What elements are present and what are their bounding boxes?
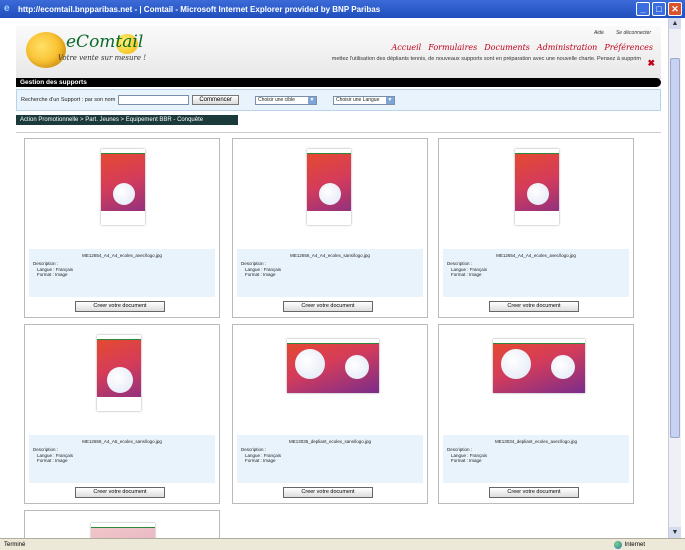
window-titlebar: e http://ecomtail.bnpparibas.net - | Com… [0, 0, 685, 18]
support-card: ME13034_depliant_ecolex_avec/logo.jpg De… [438, 324, 634, 504]
support-thumbnail[interactable] [443, 329, 629, 435]
status-bar: Terminé Internet [0, 538, 685, 550]
support-info: ME12659_A4_A5_ecolex_sans/logo.jpg Descr… [29, 435, 215, 483]
brochure-image [97, 335, 141, 411]
create-document-button[interactable]: Creer votre document [489, 301, 579, 312]
target-select[interactable]: Choisir une cible ▼ [255, 95, 317, 105]
support-thumbnail[interactable] [237, 143, 423, 249]
main-navigation: Accueil Formulaires Documents Administra… [391, 43, 653, 52]
support-description: Description : Langue : Français Format :… [33, 447, 74, 463]
close-ticker-icon[interactable]: ✖ [647, 58, 655, 69]
minimize-icon[interactable]: _ [636, 2, 650, 16]
globe-icon [613, 540, 622, 549]
file-name: ME12659_A4_A5_ecolex_sans/logo.jpg [82, 439, 162, 444]
nav-accueil[interactable]: Accueil [391, 43, 421, 52]
ie-icon: e [4, 3, 10, 14]
site-header: eComtail Votre vente sur mesure ! Aide S… [16, 26, 661, 79]
brochure-image [493, 339, 585, 393]
support-info: ME12656_A4_A4_ecolex_sans/logo.jpg Descr… [237, 249, 423, 297]
support-description: Description : Langue : Français Format :… [241, 447, 282, 463]
breadcrumb[interactable]: Action Promotionnelle > Part. Jeunes > E… [16, 115, 238, 125]
news-ticker: mettez l'utilisation des dépliants tenni… [331, 56, 641, 62]
brochure-image [307, 149, 351, 225]
brochure-image [287, 339, 379, 393]
create-document-button[interactable]: Creer votre document [75, 301, 165, 312]
search-button[interactable]: Commencer [192, 95, 239, 105]
support-thumbnail[interactable] [29, 143, 215, 249]
vertical-scrollbar[interactable]: ▲ ▼ [668, 18, 681, 538]
file-name: ME12654_A4_A4_ecolex_avec/logo.jpg [496, 253, 576, 258]
orange-logo-icon [26, 32, 66, 68]
support-info: ME13034_depliant_ecolex_avec/logo.jpg De… [443, 435, 629, 483]
window-title: http://ecomtail.bnpparibas.net - | Comta… [18, 4, 381, 14]
support-thumbnail[interactable] [237, 329, 423, 435]
logout-link[interactable]: Se déconnecter [616, 30, 651, 36]
scroll-down-icon[interactable]: ▼ [669, 527, 681, 538]
support-description: Description : Langue : Français Format :… [33, 261, 74, 277]
support-thumbnail[interactable] [29, 515, 215, 538]
chevron-down-icon: ▼ [308, 96, 316, 104]
file-name: ME13035_depliant_ecolex_sans/logo.jpg [288, 439, 372, 444]
page-viewport: eComtail Votre vente sur mesure ! Aide S… [4, 18, 669, 538]
support-card: ME12659_A4_A5_ecolex_sans/logo.jpg Descr… [24, 324, 220, 504]
brochure-image [101, 149, 145, 225]
support-info: ME12654_A4_A4_ecolex_avec/logo.jpg Descr… [29, 249, 215, 297]
file-name: ME13034_depliant_ecolex_avec/logo.jpg [494, 439, 578, 444]
create-document-button[interactable]: Creer votre document [283, 487, 373, 498]
zone-label: Internet [624, 541, 645, 548]
support-description: Description : Langue : Français Format :… [241, 261, 282, 277]
site-logo[interactable]: eComtail [66, 32, 143, 52]
create-document-button[interactable]: Creer votre document [489, 487, 579, 498]
create-document-button[interactable]: Creer votre document [283, 301, 373, 312]
chevron-down-icon: ▼ [386, 96, 394, 104]
nav-documents[interactable]: Documents [484, 43, 530, 52]
support-card: ME13035_depliant_ecolex_sans/logo.jpg De… [232, 324, 428, 504]
support-description: Description : Langue : Français Format :… [447, 447, 488, 463]
file-name: ME12654_A4_A4_ecolex_avec/logo.jpg [82, 253, 162, 258]
utility-links: Aide Se déconnecter [594, 30, 651, 36]
target-select-value: Choisir une cible [258, 97, 295, 103]
nav-administration[interactable]: Administration [537, 43, 597, 52]
security-zone: Internet [613, 540, 645, 549]
site-tagline: Votre vente sur mesure ! [58, 54, 147, 62]
scroll-thumb[interactable] [670, 58, 680, 438]
scroll-up-icon[interactable]: ▲ [669, 18, 681, 29]
search-label: Recherche d'un Support : par son nom [21, 97, 116, 103]
support-description: Description : Langue : Français Format :… [447, 261, 488, 277]
divider [16, 132, 661, 133]
status-text: Terminé [4, 541, 26, 548]
help-link[interactable]: Aide [594, 30, 604, 36]
nav-preferences[interactable]: Préférences [604, 43, 653, 52]
search-bar: Recherche d'un Support : par son nom Com… [16, 89, 661, 111]
support-thumbnail[interactable] [29, 329, 215, 435]
nav-formulaires[interactable]: Formulaires [428, 43, 477, 52]
support-card: ME12654_A4_A4_ecolex_avec/logo.jpg Descr… [438, 138, 634, 318]
language-select-value: Choisir une Langue [336, 97, 380, 103]
file-name: ME12656_A4_A4_ecolex_sans/logo.jpg [290, 253, 370, 258]
support-thumbnail[interactable] [443, 143, 629, 249]
language-select[interactable]: Choisir une Langue ▼ [333, 95, 395, 105]
support-card: ME12654_A4_A4_ecolex_avec/logo.jpg Descr… [24, 138, 220, 318]
search-input[interactable] [118, 95, 190, 105]
create-document-button[interactable]: Creer votre document [75, 487, 165, 498]
support-card: ME12656_A4_A4_ecolex_sans/logo.jpg Descr… [232, 138, 428, 318]
brochure-image [515, 149, 559, 225]
section-title: Gestion des supports [16, 78, 661, 87]
close-icon[interactable]: ✕ [668, 2, 682, 16]
support-info: ME12654_A4_A4_ecolex_avec/logo.jpg Descr… [443, 249, 629, 297]
maximize-icon[interactable]: □ [652, 2, 666, 16]
window-controls: _ □ ✕ [636, 2, 682, 16]
support-info: ME13035_depliant_ecolex_sans/logo.jpg De… [237, 435, 423, 483]
brochure-image [91, 523, 155, 538]
support-card-partial [24, 510, 220, 538]
